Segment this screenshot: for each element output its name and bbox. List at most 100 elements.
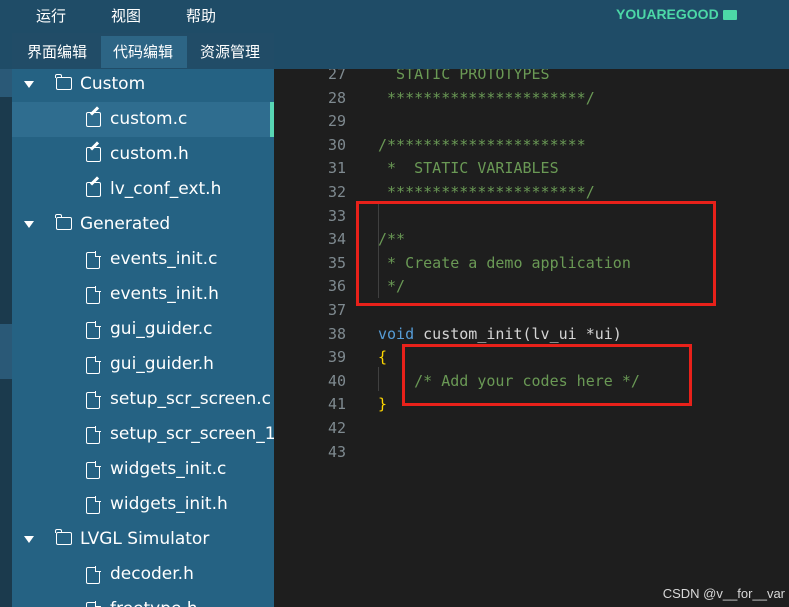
code-text: **********************/: [378, 88, 595, 107]
line-number: 33: [327, 206, 346, 225]
tree-item-label: widgets_init.c: [110, 459, 227, 479]
tree-file[interactable]: events_init.c: [12, 242, 274, 277]
file-icon: [86, 286, 101, 304]
tree-item-label: events_init.h: [110, 284, 219, 304]
folder-open-icon: [55, 74, 72, 90]
activity-strip-item[interactable]: [0, 69, 12, 97]
tree-file[interactable]: setup_scr_screen_1.c: [12, 417, 274, 452]
tree-file[interactable]: widgets_init.c: [12, 452, 274, 487]
activity-strip-item[interactable]: [0, 324, 12, 379]
line-number: 43: [327, 442, 346, 461]
edit-file-icon: [86, 147, 101, 162]
tree-file[interactable]: setup_scr_screen.c: [12, 382, 274, 417]
file-icon: [86, 356, 101, 374]
folder-open-icon: [55, 529, 72, 545]
tree-item-label: LVGL Simulator: [80, 529, 210, 549]
tree-item-label: setup_scr_screen_1.c: [110, 424, 274, 444]
tree-item-label: freetype.h: [110, 592, 198, 607]
tab-resource-manager[interactable]: 资源管理: [188, 36, 274, 68]
tree-file[interactable]: gui_guider.c: [12, 312, 274, 347]
file-icon: [86, 601, 101, 607]
tree-file[interactable]: custom.h: [12, 137, 274, 172]
line-number: 32: [327, 183, 346, 201]
code-line: {: [378, 345, 387, 369]
menu-run[interactable]: 运行: [36, 6, 66, 26]
brand-label: YOUAREGOOD: [616, 4, 737, 24]
line-number: 28: [327, 88, 346, 107]
file-icon: [86, 391, 101, 409]
tree-file[interactable]: custom.c: [12, 102, 274, 137]
code-line: STATIC PROTOTYPES: [378, 69, 550, 86]
caret-down-icon[interactable]: [24, 536, 34, 543]
line-number: 42: [327, 419, 346, 437]
line-number: 41: [327, 395, 346, 414]
tree-folder[interactable]: LVGL Simulator: [12, 522, 274, 557]
activity-strip: [0, 69, 12, 607]
caret-down-icon[interactable]: [24, 81, 34, 88]
tree-item-label: Generated: [80, 214, 171, 234]
tree-file[interactable]: widgets_init.h: [12, 487, 274, 522]
tree-item-label: gui_guider.c: [110, 319, 213, 339]
highlight-box: [402, 344, 692, 406]
file-icon: [86, 461, 101, 479]
code-line: **********************/: [378, 86, 595, 110]
keyword: void: [378, 324, 415, 343]
line-number: 35: [327, 253, 346, 272]
code-line: }: [378, 392, 387, 416]
tree-file[interactable]: lv_conf_ext.h: [12, 172, 274, 207]
tree-item-label: lv_conf_ext.h: [110, 179, 222, 199]
tree-item-label: gui_guider.h: [110, 354, 214, 374]
line-number: 29: [327, 112, 346, 131]
brand-text: YOUAREGOOD: [616, 6, 719, 22]
tree-item-label: Custom: [80, 74, 146, 94]
code-text: }: [378, 395, 388, 414]
code-text: STATIC PROTOTYPES: [378, 69, 550, 83]
caret-down-icon[interactable]: [24, 221, 34, 228]
tree-item-label: widgets_init.h: [110, 494, 228, 514]
line-number: 36: [327, 277, 346, 296]
tree-item-label: events_init.c: [110, 249, 218, 269]
file-icon: [86, 426, 101, 444]
line-number: 38: [327, 324, 346, 343]
file-icon: [86, 566, 101, 584]
tree-item-label: custom.h: [110, 144, 189, 164]
tree-item-label: custom.c: [110, 109, 188, 129]
file-tree: Custom custom.c custom.h lv_conf_ext.h Gener…: [12, 69, 274, 607]
tree-file[interactable]: gui_guider.h: [12, 347, 274, 382]
edit-file-icon: [86, 182, 101, 197]
highlight-box: [356, 201, 716, 306]
line-number: 34: [327, 230, 346, 249]
line-number: 27: [327, 69, 346, 83]
line-number: 30: [327, 135, 346, 154]
tree-item-label: decoder.h: [110, 564, 194, 584]
file-icon: [86, 321, 101, 339]
line-number: 37: [327, 301, 346, 319]
menu-help[interactable]: 帮助: [186, 6, 216, 26]
line-number: 39: [327, 348, 346, 367]
tree-folder[interactable]: Generated: [12, 207, 274, 242]
code-line: void custom_init(lv_ui *ui): [378, 322, 622, 346]
tree-file[interactable]: events_init.h: [12, 277, 274, 312]
function-signature: custom_init(lv_ui *ui): [414, 324, 622, 343]
code-text: * STATIC VARIABLES: [378, 159, 559, 178]
tab-code-editor[interactable]: 代码编辑: [101, 36, 187, 68]
code-line: * STATIC VARIABLES: [378, 156, 559, 180]
watermark: CSDN @v__for__var: [662, 586, 785, 601]
tree-folder[interactable]: Custom: [12, 69, 274, 102]
folder-open-icon: [55, 214, 72, 230]
menu-view[interactable]: 视图: [111, 6, 141, 26]
code-text: /**********************: [378, 135, 586, 154]
tab-ui-editor[interactable]: 界面编辑: [15, 36, 100, 68]
code-editor[interactable]: 27 STATIC PROTOTYPES 28 *****************…: [274, 69, 789, 607]
line-number: 31: [327, 159, 346, 178]
tree-file[interactable]: freetype.h: [12, 592, 274, 607]
code-line: /**********************: [378, 133, 586, 157]
edit-file-icon: [86, 112, 101, 127]
file-icon: [86, 251, 101, 269]
tree-file[interactable]: decoder.h: [12, 557, 274, 592]
code-text: {: [378, 348, 388, 367]
file-icon: [86, 496, 101, 514]
folder-open-icon: [722, 10, 737, 20]
line-number: 40: [327, 371, 346, 390]
code-text: **********************/: [378, 183, 595, 201]
